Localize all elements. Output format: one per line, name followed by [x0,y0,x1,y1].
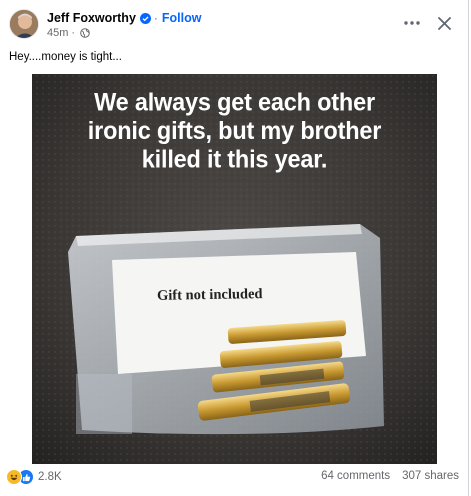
caption-line: killed it this year. [141,145,328,173]
author-avatar[interactable] [9,9,39,39]
author-name[interactable]: Jeff Foxworthy [47,11,136,25]
author-line: Jeff Foxworthy · Follow [47,10,201,26]
comments-count[interactable]: 64 comments [321,470,390,482]
caption-line: ironic gifts, but my brother [87,116,382,145]
shares-count[interactable]: 307 shares [402,470,459,482]
more-options-icon[interactable] [400,12,424,34]
caption-line: We always get each other [94,88,375,116]
close-icon[interactable] [432,12,456,34]
post-header: Jeff Foxworthy · Follow 45m · [0,0,468,46]
image-caption: We always get each other ironic gifts, b… [20,88,449,174]
globe-icon[interactable] [80,28,90,38]
follow-button[interactable]: Follow [162,11,202,25]
post-timestamp[interactable]: 45m [47,27,68,39]
verified-badge-icon [139,12,151,24]
separator-dot: · [153,11,158,25]
engagement-stats: 64 comments 307 shares [321,470,459,482]
reactions-summary[interactable]: 2.8K [6,469,62,485]
post-meta: 45m · [47,27,90,39]
reaction-count[interactable]: 2.8K [38,471,62,483]
meta-separator: · [71,27,76,39]
haha-reaction-icon [6,469,22,485]
post-card: Jeff Foxworthy · Follow 45m · Hey....mon… [0,0,469,496]
post-image[interactable]: We always get each other ironic gifts, b… [0,74,468,464]
post-text: Hey....money is tight... [9,51,122,63]
post-footer: 2.8K 64 comments 307 shares [0,464,468,496]
gift-note-text: Gift not included [156,286,263,304]
